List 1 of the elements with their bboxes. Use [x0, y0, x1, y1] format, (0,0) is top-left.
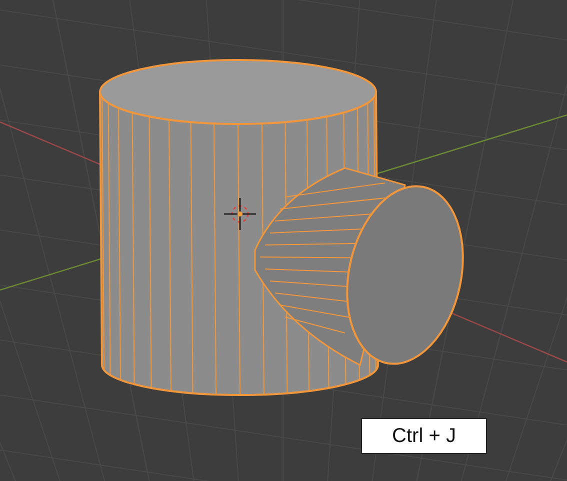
shortcut-label: Ctrl + J: [361, 418, 487, 454]
